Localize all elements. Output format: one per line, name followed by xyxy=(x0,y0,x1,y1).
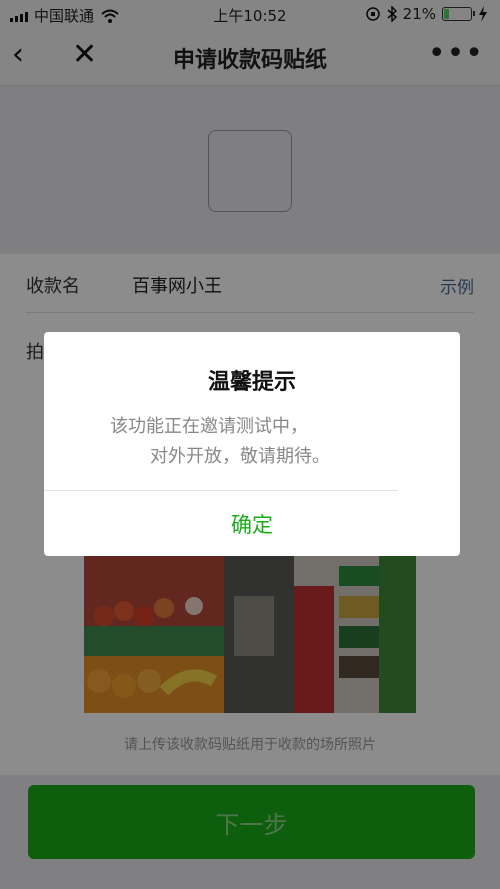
alert-dialog: 温馨提示 该功能正在邀请测试中， 对外开放，敬请期待。 确定 xyxy=(44,332,460,556)
confirm-button[interactable]: 确定 xyxy=(44,492,460,556)
dialog-divider xyxy=(44,490,398,491)
dialog-title: 温馨提示 xyxy=(207,370,296,395)
dialog-message-line1: 该功能正在邀请测试中， xyxy=(110,416,308,437)
dialog-message-line2: 对外开放，敬请期待。 xyxy=(150,446,330,467)
